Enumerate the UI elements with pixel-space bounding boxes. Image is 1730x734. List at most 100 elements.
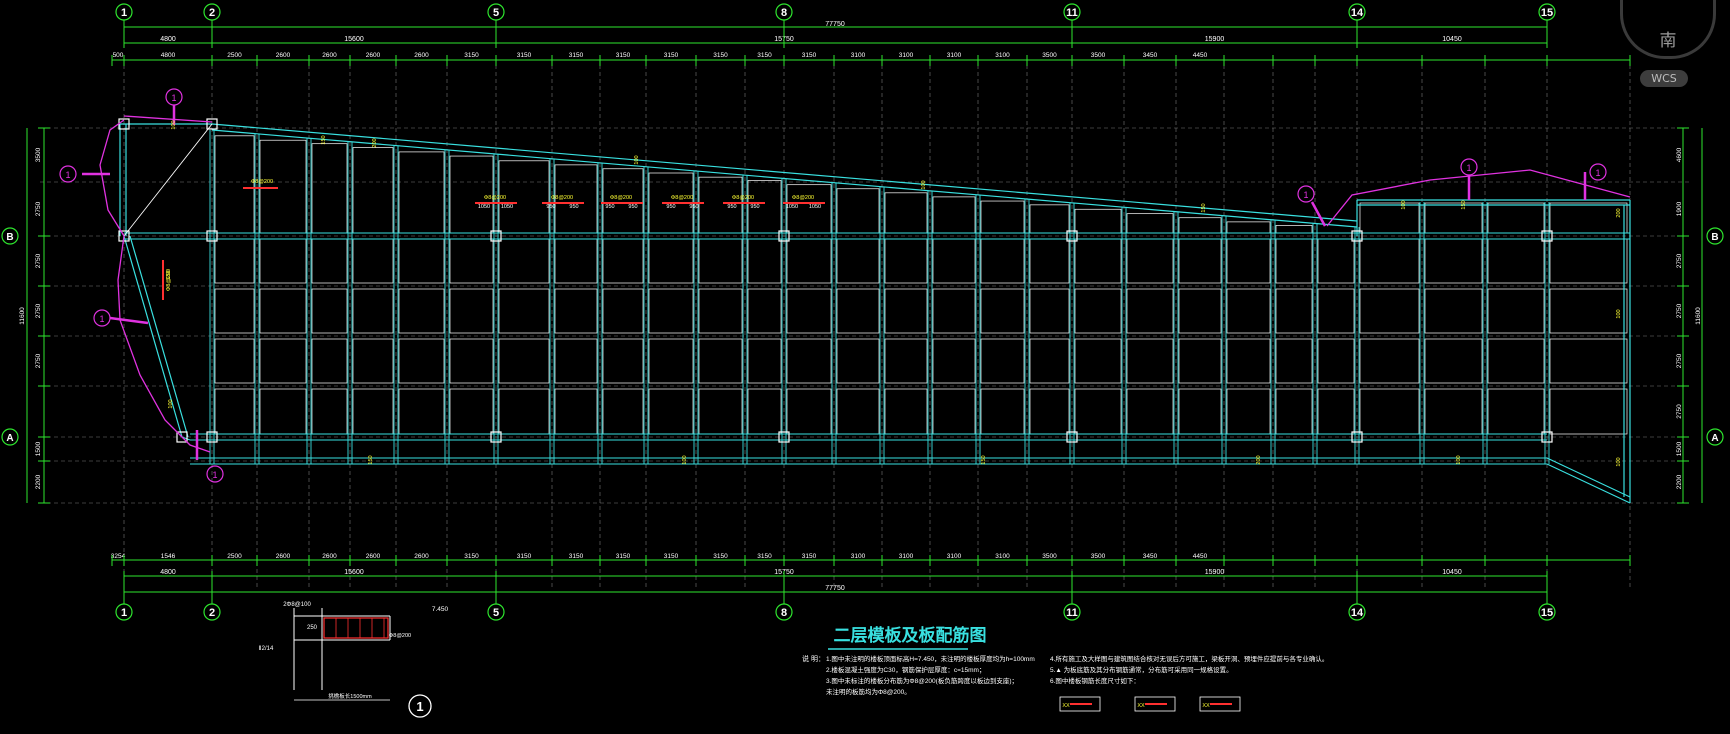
- slab-cell: [554, 288, 598, 334]
- cad-drawing-canvas[interactable]: 7775048001560015750159001045050048002500…: [0, 0, 1730, 734]
- dimension-text-left: 2750: [35, 353, 42, 368]
- notes-line: 未注明的板筋均为Φ8@200。: [826, 687, 911, 696]
- dimension-text-bottom-span: 3100: [995, 553, 1010, 560]
- slab-cell: [1178, 338, 1222, 384]
- dimension-text-left: 3500: [35, 147, 42, 162]
- slab-cell: [884, 338, 928, 384]
- axis-label: 2: [209, 607, 215, 619]
- slab-cell: [1317, 288, 1355, 334]
- axis-label: 2: [209, 7, 215, 19]
- canopy-outline: [123, 115, 213, 123]
- dimension-text-bottom-span: 2600: [276, 553, 291, 560]
- slab-cell: [836, 188, 880, 234]
- slab-cell: [786, 238, 832, 284]
- slab-cell: [498, 238, 550, 284]
- dimension-text-top-axis: 15600: [344, 36, 364, 43]
- slab-cell: [648, 338, 694, 384]
- axis-label: 8: [781, 607, 787, 619]
- notes-line: 2.楼板混凝土强度为C30，钢筋保护层厚度：c=15mm；: [826, 665, 985, 674]
- dimension-text-bottom-span: 3150: [569, 553, 584, 560]
- wcs-button[interactable]: WCS: [1640, 70, 1688, 87]
- slab-cell: [449, 238, 494, 284]
- slab-cell: [648, 288, 694, 334]
- slab-cell: [602, 288, 644, 334]
- slab-cell: [786, 388, 832, 435]
- viewcube-compass[interactable]: 南: [1620, 0, 1716, 59]
- slab-cell: [554, 388, 598, 435]
- section-callout-label: 1: [65, 170, 70, 180]
- slab-cell: [1424, 288, 1483, 334]
- slab-cell: [747, 388, 782, 435]
- slab-cell: [1029, 288, 1070, 334]
- slab-cell: [398, 151, 445, 234]
- dimension-text-bottom-span: 2600: [322, 553, 337, 560]
- axis-label: B: [6, 232, 13, 243]
- slab-cell: [1029, 238, 1070, 284]
- slab-cell: [1178, 288, 1222, 334]
- slab-cell: [311, 238, 348, 284]
- axis-label: 11: [1066, 607, 1078, 619]
- slab-cell: [1549, 338, 1628, 384]
- slab-cell: [1226, 288, 1271, 334]
- rebar-length-text: 950: [628, 204, 637, 210]
- slab-cell: [398, 388, 445, 435]
- slab-thickness-mark: 100: [682, 455, 688, 464]
- dimension-text-top-span: 4450: [1193, 52, 1208, 59]
- slab-cell: [1226, 238, 1271, 284]
- dimension-text-right: 2750: [1676, 404, 1683, 419]
- slab-cell: [786, 288, 832, 334]
- detail-text: 7.450: [432, 606, 449, 613]
- axis-label: 14: [1351, 7, 1364, 19]
- legend-tag: XX: [1062, 703, 1070, 709]
- slab-cell: [1317, 388, 1355, 435]
- slab-cell: [786, 338, 832, 384]
- slab-cell: [1317, 238, 1355, 284]
- axis-label: 5: [493, 607, 499, 619]
- slab-thickness-mark: 200: [372, 138, 378, 147]
- rebar-mark-text: Φ8@200: [792, 195, 814, 201]
- section-callout-label: 1: [171, 93, 176, 103]
- dimension-text-top-span: 2600: [366, 52, 381, 59]
- rebar-length-text: 950: [727, 204, 736, 210]
- slab-cell: [259, 338, 307, 384]
- slab-cell: [698, 388, 743, 435]
- section-callout-label: 1: [212, 470, 217, 480]
- slab-cell: [352, 238, 394, 284]
- slab-thickness-mark: 150: [1201, 203, 1207, 212]
- slab-cell: [1359, 338, 1420, 384]
- slab-cell: [259, 388, 307, 435]
- slab-cell: [932, 288, 976, 334]
- rebar-mark-text: Φ8@200: [671, 195, 693, 201]
- dimension-text-bottom-span: 2500: [227, 553, 242, 560]
- dimension-text-left: 2750: [35, 303, 42, 318]
- slab-cell: [1275, 288, 1313, 334]
- dimension-text-top-span: 3150: [802, 52, 817, 59]
- slab-cell: [498, 288, 550, 334]
- dimension-text-bottom-span: 3150: [757, 553, 772, 560]
- detail-text: Ⅱ2/14: [259, 646, 274, 652]
- slab-cell: [398, 338, 445, 384]
- notes-line: 3.图中未标注的楼板分布筋为Φ8@200(板负筋跨度以板边到支座)；: [826, 676, 1018, 685]
- slab-cell: [980, 388, 1025, 435]
- dimension-text-top-span: 3150: [464, 52, 479, 59]
- detail-text: 挑檐板长1500mm: [328, 692, 372, 700]
- slab-cell: [884, 288, 928, 334]
- slab-cell: [884, 238, 928, 284]
- slab-cell: [1487, 338, 1545, 384]
- slab-cell: [398, 238, 445, 284]
- section-callout-label: 1: [99, 314, 104, 324]
- rebar-mark-text: Φ8@200: [551, 195, 573, 201]
- dimension-text-bottom-span: 3150: [464, 553, 479, 560]
- slab-cell: [1074, 208, 1122, 234]
- slab-cell: [1074, 338, 1122, 384]
- slab-cell: [352, 288, 394, 334]
- rebar-length-text: 950: [546, 204, 555, 210]
- dimension-text-left: 2200: [35, 474, 42, 489]
- slab-cell: [259, 288, 307, 334]
- slab-cell: [1359, 288, 1420, 334]
- slab-thickness-mark: 100: [1616, 457, 1622, 466]
- rebar-length-text: 1050: [501, 204, 513, 210]
- detail-text: 250: [307, 625, 318, 631]
- rebar-mark-text: Φ8@200: [610, 195, 632, 201]
- slab-cell: [1359, 388, 1420, 435]
